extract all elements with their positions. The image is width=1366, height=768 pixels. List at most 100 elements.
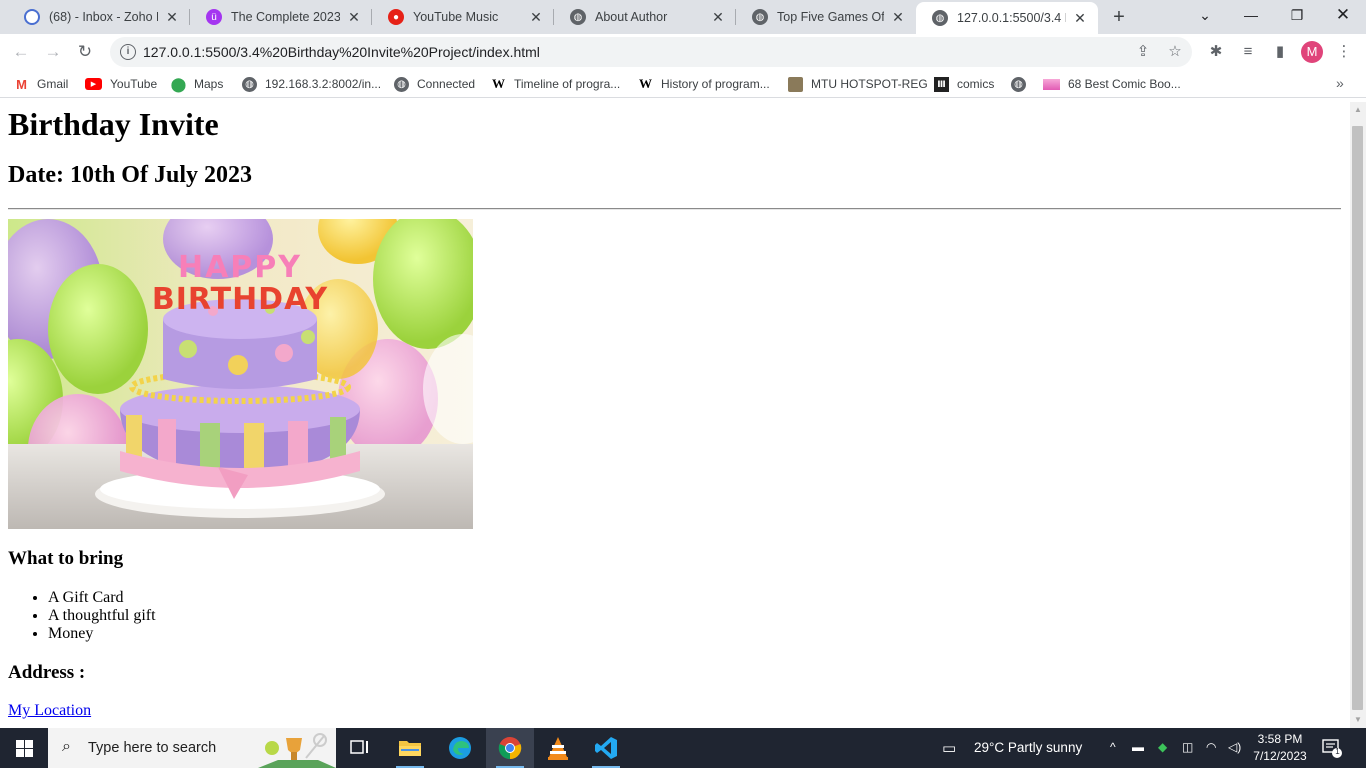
- close-window-button[interactable]: ✕: [1320, 0, 1366, 30]
- list-item: A thoughtful gift: [48, 607, 156, 625]
- wifi-icon[interactable]: ◠: [1206, 740, 1216, 754]
- folder-icon: [399, 741, 421, 756]
- bookmark-label: comics: [957, 77, 995, 91]
- bookmark-timeline-programming[interactable]: W Timeline of progra...: [491, 76, 620, 92]
- close-icon[interactable]: ✕: [710, 9, 726, 25]
- bookmark-untitled[interactable]: ◍: [1011, 76, 1034, 92]
- tab-youtube-music[interactable]: ● YouTube Music ✕: [372, 0, 554, 34]
- close-icon[interactable]: ✕: [1072, 10, 1088, 26]
- close-icon[interactable]: ✕: [890, 9, 906, 25]
- weather-text[interactable]: 29°C Partly sunny: [974, 740, 1082, 755]
- chevron-up-icon[interactable]: ^: [1110, 740, 1116, 754]
- globe-icon: ◍: [570, 9, 586, 25]
- display-icon[interactable]: ◫: [1182, 740, 1193, 754]
- page-viewport: Birthday Invite Date: 10th Of July 2023: [0, 102, 1350, 728]
- close-icon[interactable]: ✕: [164, 9, 180, 25]
- close-icon[interactable]: ✕: [346, 9, 362, 25]
- start-button[interactable]: [0, 728, 48, 768]
- invite-date: Date: 10th Of July 2023: [8, 162, 252, 188]
- tab-top-five-games[interactable]: ◍ Top Five Games Of All Time ✕: [736, 0, 916, 34]
- back-button[interactable]: ←: [7, 38, 35, 66]
- maps-icon: ⬤: [170, 75, 187, 92]
- forward-button[interactable]: →: [39, 38, 67, 66]
- file-explorer-button[interactable]: [386, 728, 434, 768]
- notifications-button[interactable]: 1: [1322, 738, 1342, 758]
- globe-icon: ◍: [752, 9, 768, 25]
- new-tab-button[interactable]: +: [1108, 6, 1130, 28]
- bookmark-history-programming[interactable]: W History of program...: [638, 76, 770, 92]
- router-icon: [788, 76, 803, 92]
- vlc-button[interactable]: [534, 728, 582, 768]
- wikipedia-icon: W: [492, 76, 505, 91]
- search-icon: ⌕: [62, 738, 71, 755]
- close-icon[interactable]: ✕: [528, 9, 544, 25]
- bookmark-comics[interactable]: Ⅲ comics: [934, 76, 994, 92]
- tab-birthday-invite[interactable]: ◍ 127.0.0.1:5500/3.4 Birthday Invite Pro…: [916, 2, 1098, 34]
- globe-icon: ◍: [1011, 76, 1026, 92]
- bookmark-label: 68 Best Comic Boo...: [1068, 77, 1181, 91]
- share-icon[interactable]: ⇪: [1134, 43, 1152, 61]
- media-control-icon[interactable]: ≡: [1238, 42, 1258, 62]
- tab-about-author[interactable]: ◍ About Author ✕: [554, 0, 736, 34]
- tab-title: Top Five Games Of All Time: [777, 10, 884, 24]
- globe-icon: ◍: [932, 10, 948, 26]
- scrollbar-thumb[interactable]: [1352, 126, 1363, 710]
- address-heading: Address :: [8, 662, 86, 683]
- page-scrollbar[interactable]: ▲ ▼: [1350, 102, 1366, 728]
- reload-button[interactable]: ↻: [71, 38, 99, 66]
- address-bar[interactable]: i 127.0.0.1:5500/3.4%20Birthday%20Invite…: [110, 37, 1192, 67]
- clock-time: 3:58 PM: [1257, 732, 1303, 746]
- birthday-cake-image: HAPPY BIRTHDAY: [8, 219, 473, 529]
- weather-icon[interactable]: ▭: [942, 739, 956, 757]
- cake-topper-happy: HAPPY: [178, 250, 302, 285]
- url-text[interactable]: 127.0.0.1:5500/3.4%20Birthday%20Invite%2…: [143, 44, 540, 60]
- vscode-button[interactable]: [582, 728, 630, 768]
- browser-toolbar: ← → ↻ i 127.0.0.1:5500/3.4%20Birthday%20…: [0, 34, 1366, 70]
- bookmark-label: YouTube: [110, 77, 158, 91]
- side-panel-icon[interactable]: ▮: [1270, 42, 1290, 62]
- bookmark-star-icon[interactable]: ☆: [1166, 43, 1184, 61]
- wikipedia-icon: W: [639, 76, 652, 91]
- bookmark-best-comic-books[interactable]: 68 Best Comic Boo...: [1043, 76, 1181, 92]
- scroll-up-icon[interactable]: ▲: [1350, 102, 1366, 118]
- gmail-icon: M: [16, 76, 27, 92]
- extensions-icon[interactable]: ✱: [1206, 42, 1226, 62]
- list-item: Money: [48, 625, 156, 643]
- tab-strip: (68) - Inbox - Zoho Mail ✕ ü The Complet…: [0, 0, 1366, 34]
- location-link[interactable]: My Location: [8, 702, 91, 720]
- bookmark-label: 192.168.3.2:8002/in...: [265, 77, 382, 91]
- bookmark-local-server[interactable]: ◍ 192.168.3.2:8002/in...: [242, 76, 381, 92]
- bookmark-gmail[interactable]: M Gmail: [14, 76, 68, 92]
- search-placeholder: Type here to search: [88, 740, 217, 756]
- bookmark-mtu-hotspot[interactable]: MTU HOTSPOT-REG: [788, 76, 928, 92]
- taskbar-clock[interactable]: 3:58 PM 7/12/2023: [1250, 731, 1310, 765]
- restore-button[interactable]: ❐: [1274, 0, 1320, 30]
- bookmark-youtube[interactable]: ▶ YouTube: [85, 76, 157, 92]
- windows-logo-icon: [15, 739, 33, 757]
- divider: [8, 208, 1341, 210]
- security-shield-icon[interactable]: ◆: [1158, 740, 1167, 754]
- bookmark-label: MTU HOTSPOT-REG: [811, 77, 928, 91]
- scroll-down-icon[interactable]: ▼: [1350, 712, 1366, 728]
- bookmark-maps[interactable]: ⬤ Maps: [170, 75, 224, 92]
- edge-button[interactable]: [436, 728, 484, 768]
- menu-icon[interactable]: ⋮: [1334, 42, 1354, 62]
- profile-avatar[interactable]: M: [1301, 41, 1323, 63]
- battery-icon[interactable]: ▬: [1132, 740, 1144, 754]
- vscode-icon: [595, 737, 617, 759]
- volume-icon[interactable]: ◁): [1228, 740, 1241, 754]
- site-info-icon[interactable]: i: [120, 44, 136, 60]
- task-view-button[interactable]: [336, 728, 384, 768]
- more-bookmarks-icon[interactable]: »: [1336, 75, 1344, 91]
- chrome-icon: [498, 737, 522, 760]
- bookmark-connected[interactable]: ◍ Connected: [394, 76, 475, 92]
- tab-zoho-mail[interactable]: (68) - Inbox - Zoho Mail ✕: [8, 0, 190, 34]
- bookmark-label: Maps: [194, 77, 224, 91]
- notification-count: 1: [1335, 747, 1340, 756]
- chrome-button[interactable]: [486, 728, 534, 768]
- tab-search-button[interactable]: ⌄: [1182, 0, 1228, 30]
- tab-web-dev-bootcamp[interactable]: ü The Complete 2023 Web Development Boot…: [190, 0, 372, 34]
- taskbar-search[interactable]: ⌕ Type here to search: [48, 728, 336, 768]
- cake-topper-birthday: BIRTHDAY: [152, 282, 329, 317]
- minimize-button[interactable]: —: [1228, 0, 1274, 30]
